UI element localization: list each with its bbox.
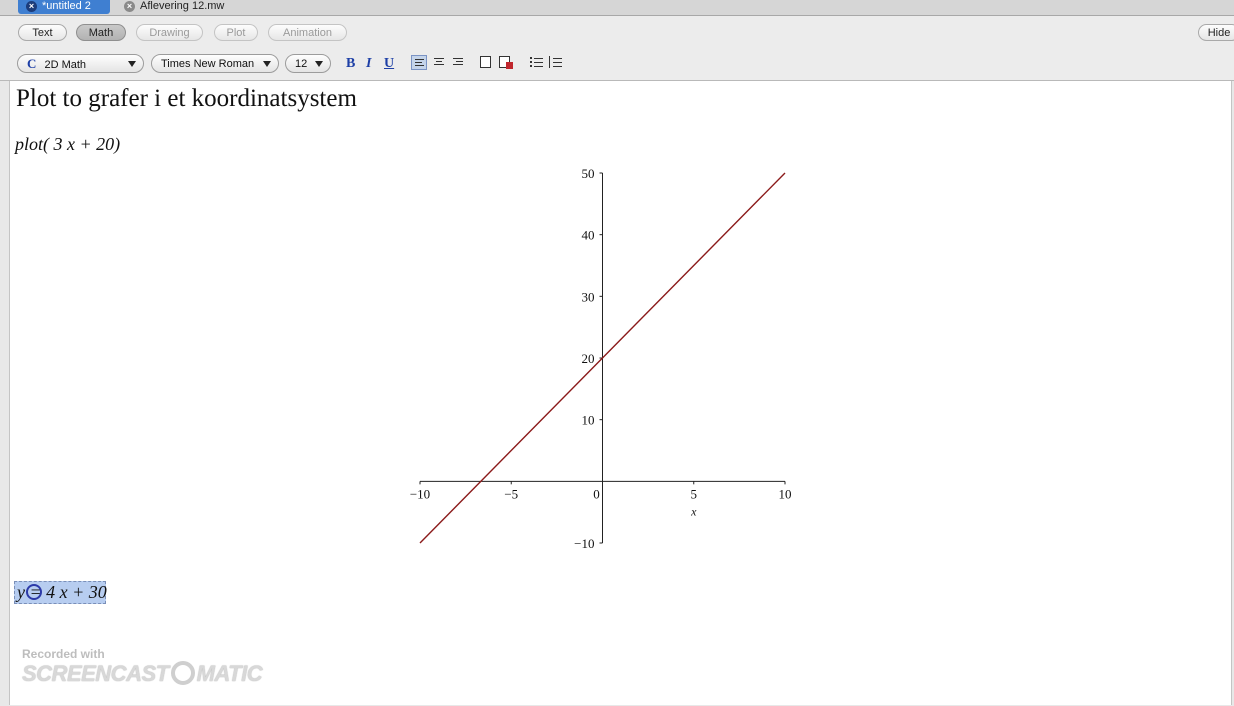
tab-untitled-2[interactable]: × *untitled 2 xyxy=(18,0,110,14)
close-tab-icon[interactable]: × xyxy=(124,1,135,12)
mode-toolbar: Text Math Drawing Plot Animation Hide xyxy=(0,16,1234,48)
underline-button[interactable]: U xyxy=(384,56,394,72)
style-prefix: C xyxy=(27,56,37,71)
tab-label: *untitled 2 xyxy=(42,0,91,12)
document-area[interactable]: Plot to grafer i et koordinatsystem plot… xyxy=(9,81,1232,705)
x-tick-label: −5 xyxy=(504,486,518,501)
font-size-value: 12 xyxy=(295,58,308,70)
plot-mode-button[interactable]: Plot xyxy=(214,24,258,41)
y-tick-label: 30 xyxy=(582,289,595,304)
y-tick-label: 10 xyxy=(582,413,595,428)
watermark-text-b: MATIC xyxy=(196,661,263,686)
style-value: 2D Math xyxy=(44,59,87,71)
font-dropdown[interactable]: Times New Roman xyxy=(151,54,279,73)
screencast-watermark: Recorded with SCREENCAST MATIC xyxy=(22,647,263,687)
hide-button[interactable]: Hide xyxy=(1198,24,1234,41)
numbered-list-icon[interactable] xyxy=(548,55,564,70)
y-tick-label: 50 xyxy=(582,166,595,181)
tab-label: Aflevering 12.mw xyxy=(140,0,225,12)
y-tick-label: 40 xyxy=(582,228,595,243)
animation-mode-button[interactable]: Animation xyxy=(268,24,347,41)
style-dropdown[interactable]: C 2D Math xyxy=(17,54,144,73)
document-tab-bar: × *untitled 2 × Aflevering 12.mw xyxy=(0,0,1234,16)
record-icon xyxy=(170,661,195,685)
align-left-icon[interactable] xyxy=(411,55,427,70)
y-tick-label: −10 xyxy=(574,536,594,551)
plot-output[interactable]: −10 −5 0 5 10 −10 10 20 30 40 50 x xyxy=(10,81,1231,705)
bullet-list-icon[interactable] xyxy=(529,55,545,70)
x-tick-label: −10 xyxy=(410,486,430,501)
x-tick-label: 5 xyxy=(691,486,698,501)
watermark-line1: Recorded with xyxy=(22,647,105,661)
x-axis-label: x xyxy=(690,504,697,518)
font-size-dropdown[interactable]: 12 xyxy=(285,54,331,73)
tab-aflevering-12[interactable]: × Aflevering 12.mw xyxy=(116,0,246,14)
align-center-icon[interactable] xyxy=(431,55,447,70)
chevron-down-icon xyxy=(315,61,323,67)
y-tick-label: 20 xyxy=(582,351,595,366)
x-tick-label: 10 xyxy=(779,486,792,501)
mouse-cursor-icon xyxy=(26,584,42,600)
watermark-logo: SCREENCAST MATIC xyxy=(22,661,263,687)
watermark-text-a: SCREENCAST xyxy=(22,661,169,686)
chevron-down-icon xyxy=(263,61,271,67)
align-right-icon[interactable] xyxy=(450,55,466,70)
math-mode-button[interactable]: Math xyxy=(76,24,126,41)
italic-button[interactable]: I xyxy=(366,56,371,72)
drawing-mode-button[interactable]: Drawing xyxy=(136,24,203,41)
highlight-color-icon[interactable] xyxy=(498,55,514,70)
close-tab-icon[interactable]: × xyxy=(26,1,37,12)
chevron-down-icon xyxy=(128,61,136,67)
x-tick-label: 0 xyxy=(593,486,600,501)
text-mode-button[interactable]: Text xyxy=(18,24,67,41)
text-color-icon[interactable] xyxy=(479,55,495,70)
bold-button[interactable]: B xyxy=(346,56,355,72)
font-value: Times New Roman xyxy=(161,58,255,70)
format-toolbar: C 2D Math Times New Roman 12 B I U xyxy=(0,48,1234,81)
